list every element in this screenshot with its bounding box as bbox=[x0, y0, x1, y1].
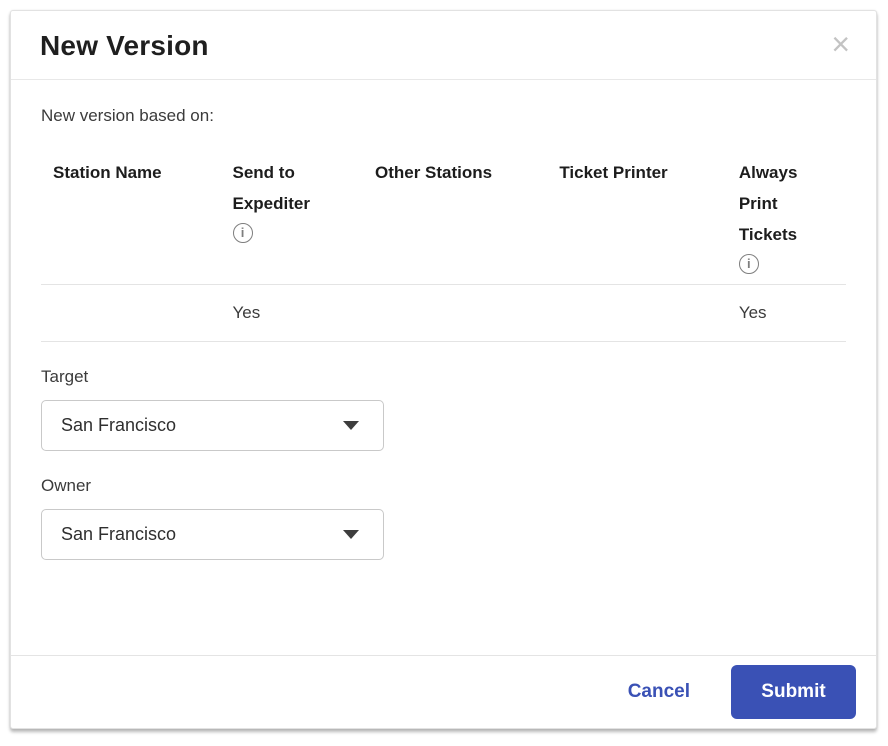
cell-ticket-printer bbox=[547, 285, 727, 342]
table-row: Yes Yes bbox=[41, 285, 846, 342]
intro-text: New version based on: bbox=[41, 106, 846, 126]
owner-selected-value: San Francisco bbox=[61, 524, 176, 545]
cell-always-print-tickets: Yes bbox=[727, 285, 846, 342]
column-header-station-name: Station Name bbox=[41, 157, 221, 285]
dialog-title: New Version bbox=[40, 27, 209, 65]
dialog-body: New version based on: Station Name Send … bbox=[11, 80, 876, 560]
cell-other-stations bbox=[363, 285, 547, 342]
cell-station-name bbox=[41, 285, 221, 342]
submit-button[interactable]: Submit bbox=[731, 665, 856, 719]
cell-send-to-expediter: Yes bbox=[221, 285, 363, 342]
owner-field-group: Owner San Francisco bbox=[41, 476, 846, 560]
info-icon[interactable]: i bbox=[233, 223, 253, 243]
cancel-button[interactable]: Cancel bbox=[628, 681, 690, 703]
info-icon[interactable]: i bbox=[739, 254, 759, 274]
target-selected-value: San Francisco bbox=[61, 415, 176, 436]
owner-label: Owner bbox=[41, 476, 846, 496]
stations-table: Station Name Send to Expediter i Other S… bbox=[41, 157, 846, 342]
column-header-always-print-tickets: Always Print Tickets i bbox=[727, 157, 846, 285]
column-header-ticket-printer: Ticket Printer bbox=[547, 157, 727, 285]
caret-down-icon bbox=[343, 530, 359, 539]
target-select[interactable]: San Francisco bbox=[41, 400, 384, 451]
target-field-group: Target San Francisco bbox=[41, 367, 846, 451]
column-header-other-stations: Other Stations bbox=[363, 157, 547, 285]
dialog-header: New Version × bbox=[11, 11, 876, 80]
new-version-dialog: New Version × New version based on: Stat… bbox=[10, 10, 877, 729]
target-label: Target bbox=[41, 367, 846, 387]
owner-select[interactable]: San Francisco bbox=[41, 509, 384, 560]
caret-down-icon bbox=[343, 421, 359, 430]
table-header-row: Station Name Send to Expediter i Other S… bbox=[41, 157, 846, 285]
close-icon[interactable]: × bbox=[827, 27, 854, 61]
dialog-footer: Cancel Submit bbox=[11, 655, 876, 728]
column-header-send-to-expediter: Send to Expediter i bbox=[221, 157, 363, 285]
